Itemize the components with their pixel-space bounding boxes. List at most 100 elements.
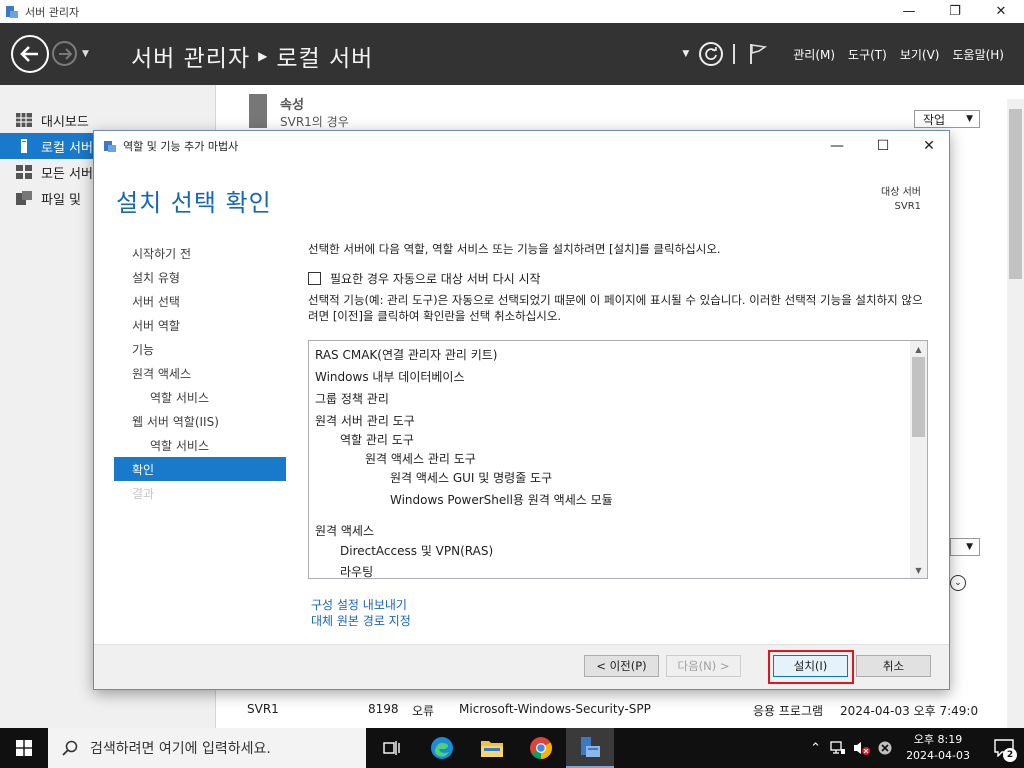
wizard-titlebar: 역할 및 기능 추가 마법사 — ☐ ✕ [94,131,949,161]
event-source: Microsoft-Windows-Security-SPP [459,702,651,716]
server-manager-header: ▼ 서버 관리자 ▶ 로컬 서버 ▼ 관리(M) 도구(T) 보기(V) 도움말… [0,23,1024,85]
chevron-down-icon: ▼ [966,542,973,552]
tasks-dropdown[interactable]: 작업 ▼ [914,110,980,128]
page-title: 설치 선택 확인 [116,189,272,217]
refresh-dropdown-icon[interactable]: ▼ [682,49,689,59]
scroll-up-icon[interactable]: ▲ [910,341,927,357]
clock[interactable]: 오후 8:19 2024-04-03 [906,732,970,764]
step-results: 결과 [132,486,155,501]
wizard-maximize-button[interactable]: ☐ [860,131,906,161]
wizard-footer: < 이전(P) 다음(N) > 설치(I) 취소 [94,644,949,689]
target-server-value: SVR1 [894,201,922,212]
action-center-button[interactable]: 2 [984,728,1024,768]
scrollbar-thumb[interactable] [1009,109,1022,279]
export-configuration-link[interactable]: 구성 설정 내보내기 [311,596,407,613]
network-icon[interactable] [830,740,846,756]
wizard-close-button[interactable]: ✕ [906,131,952,161]
dashboard-icon [16,113,32,127]
list-item: RAS CMAK(연결 관리자 관리 키트) [315,348,498,362]
step-remote-access-role-services[interactable]: 역할 서비스 [114,385,286,409]
wizard-minimize-button[interactable]: — [814,131,860,161]
forward-button[interactable] [52,41,77,66]
restart-option[interactable]: 필요한 경우 자동으로 대상 서버 다시 시작 [308,270,541,287]
back-button[interactable] [11,35,49,73]
folder-icon [481,741,503,757]
list-item: 라우팅 [340,565,374,579]
step-web-server-role[interactable]: 웹 서버 역할(IIS) [114,409,286,433]
list-item: 원격 액세스 [315,524,375,538]
features-scrollbar[interactable]: ▲ ▼ [910,341,927,578]
event-id: 8198 [368,702,399,716]
edge-icon [431,737,453,759]
scroll-down-icon[interactable]: ▼ [910,562,927,578]
target-server: 대상 서버 SVR1 [881,186,921,214]
breadcrumb-current: 로컬 서버 [276,46,374,72]
windows-logo-icon [16,740,32,756]
step-server-roles[interactable]: 서버 역할 [114,313,286,337]
menu-view[interactable]: 보기(V) [900,46,940,63]
menu-manage[interactable]: 관리(M) [793,46,835,63]
file-explorer-taskbar-button[interactable] [468,728,516,768]
sidebar-item-label: 대시보드 [41,114,89,130]
expand-icon[interactable]: ⌄ [950,575,966,591]
error-status-icon[interactable] [878,741,892,755]
install-button[interactable]: 설치(I) [773,655,848,677]
main-scrollbar[interactable] [1007,99,1024,728]
cancel-button[interactable]: 취소 [856,655,931,677]
event-log: 응용 프로그램 [753,704,824,718]
header-divider [733,44,736,64]
close-button[interactable]: ✕ [978,0,1024,23]
server-manager-app-icon [6,5,18,18]
wizard-steps: 시작하기 전 설치 유형 서버 선택 서버 역할 기능 원격 액세스 역할 서비… [114,241,286,505]
history-dropdown-icon[interactable]: ▼ [82,49,89,59]
previous-button[interactable]: < 이전(P) [584,655,659,677]
clock-time: 오후 8:19 [913,733,963,746]
breadcrumb-separator-icon: ▶ [258,49,269,63]
chrome-icon [530,737,552,759]
edge-taskbar-button[interactable] [418,728,466,768]
step-installation-type[interactable]: 설치 유형 [114,265,286,289]
step-before-you-begin[interactable]: 시작하기 전 [114,241,286,265]
menu-help[interactable]: 도움말(H) [952,46,1004,63]
step-web-server-role-services[interactable]: 역할 서비스 [114,433,286,457]
show-hidden-icons-chevron-icon[interactable]: ⌃ [810,741,821,756]
minimize-button[interactable]: — [886,0,932,23]
refresh-icon [705,47,718,60]
servers-icon [16,165,32,179]
wizard-app-icon [104,141,116,152]
task-view-button[interactable] [368,728,416,768]
chrome-taskbar-button[interactable] [517,728,565,768]
properties-title: 속성 [280,98,304,113]
restart-checkbox[interactable] [308,272,321,285]
event-severity: 오류 [412,704,435,718]
step-remote-access[interactable]: 원격 액세스 [114,361,286,385]
step-server-selection[interactable]: 서버 선택 [114,289,286,313]
alternate-source-path-link[interactable]: 대체 원본 경로 지정 [311,612,411,629]
list-item: 그룹 정책 관리 [315,392,389,406]
restart-checkbox-label[interactable]: 필요한 경우 자동으로 대상 서버 다시 시작 [330,270,541,287]
taskbar-search[interactable]: 검색하려면 여기에 입력하세요. [48,728,366,768]
scrollbar-thumb[interactable] [912,357,925,437]
server-manager-taskbar-button[interactable] [566,728,614,768]
start-button[interactable] [0,728,48,768]
next-button: 다음(N) > [666,655,741,677]
events-tasks-dropdown[interactable]: ▼ [950,538,980,556]
step-confirmation[interactable]: 확인 [114,457,286,481]
server-icon [16,139,32,153]
list-item: 원격 액세스 관리 도구 [365,452,476,466]
table-row[interactable]: SVR1 8198 오류 Microsoft-Windows-Security-… [244,699,1004,721]
menu-tools[interactable]: 도구(T) [848,46,887,63]
volume-muted-icon[interactable] [853,740,871,756]
restore-button[interactable]: ❐ [932,0,978,23]
system-tray: ⌃ 오후 8:19 2024-04-03 2 [810,728,1024,768]
step-features[interactable]: 기능 [114,337,286,361]
list-item: 원격 서버 관리 도구 [315,414,415,428]
refresh-button[interactable] [699,42,724,66]
add-roles-wizard-dialog: 역할 및 기능 추가 마법사 — ☐ ✕ 설치 선택 확인 대상 서버 SVR1… [93,130,950,690]
back-arrow-icon [20,46,38,62]
event-server: SVR1 [247,702,279,716]
notifications-flag-icon[interactable] [749,43,768,65]
server-manager-titlebar: 서버 관리자 — ❐ ✕ [0,0,1024,23]
breadcrumb-root[interactable]: 서버 관리자 [131,39,250,73]
wizard-title: 역할 및 기능 추가 마법사 [123,140,239,153]
